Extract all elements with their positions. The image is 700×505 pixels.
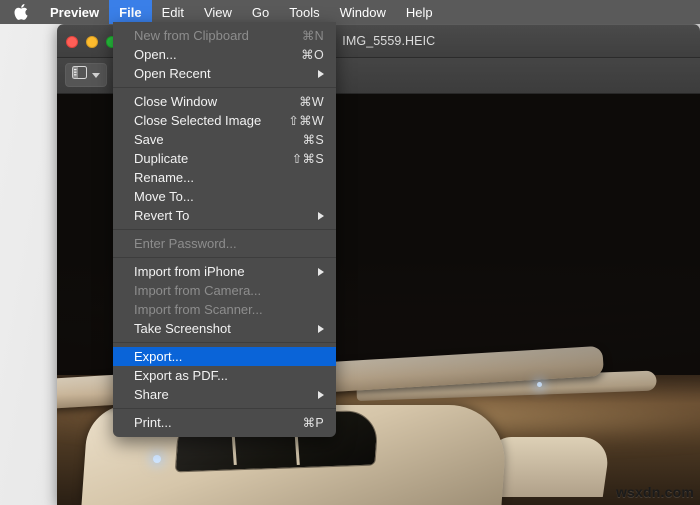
menu-item-take-screenshot[interactable]: Take Screenshot <box>113 319 336 338</box>
submenu-arrow-icon <box>318 390 324 399</box>
menu-separator <box>113 229 336 230</box>
menu-item-export-as-pdf[interactable]: Export as PDF... <box>113 366 336 385</box>
menu-item-label: Save <box>134 132 164 147</box>
menu-item-shortcut: ⌘S <box>302 133 324 147</box>
menu-item-import-from-scanner: Import from Scanner... <box>113 300 336 319</box>
menu-item-print[interactable]: Print... ⌘P <box>113 413 336 432</box>
menu-item-save[interactable]: Save ⌘S <box>113 130 336 149</box>
submenu-arrow-icon <box>318 324 324 333</box>
menu-item-share[interactable]: Share <box>113 385 336 404</box>
menu-item-label: Open Recent <box>134 66 211 81</box>
menu-help[interactable]: Help <box>396 0 443 24</box>
menu-item-label: Open... <box>134 47 177 62</box>
menu-item-close-window[interactable]: Close Window ⌘W <box>113 92 336 111</box>
menu-window[interactable]: Window <box>330 0 396 24</box>
menu-item-shortcut: ⌘O <box>301 48 324 62</box>
menu-item-label: Print... <box>134 415 172 430</box>
menu-item-label: Duplicate <box>134 151 189 166</box>
menu-item-open-recent[interactable]: Open Recent <box>113 64 336 83</box>
menu-separator <box>113 87 336 88</box>
menu-item-label: Import from Camera... <box>134 283 262 298</box>
menu-item-label: Take Screenshot <box>134 321 231 336</box>
chevron-down-icon[interactable] <box>92 72 100 78</box>
menu-item-shortcut: ⇧⌘S <box>291 152 324 166</box>
menu-file[interactable]: File <box>109 0 152 24</box>
submenu-arrow-icon <box>318 211 324 220</box>
menu-item-label: Close Selected Image <box>134 113 262 128</box>
menu-item-rename[interactable]: Rename... <box>113 168 336 187</box>
window-title-text: IMG_5559.HEIC <box>342 34 436 48</box>
menu-item-label: Share <box>134 387 169 402</box>
menu-item-label: Close Window <box>134 94 218 109</box>
menu-item-new-from-clipboard: New from Clipboard ⌘N <box>113 26 336 45</box>
file-menu-dropdown[interactable]: New from Clipboard ⌘N Open... ⌘O Open Recent… <box>113 22 336 437</box>
menu-item-label: Rename... <box>134 170 194 185</box>
menu-item-shortcut: ⇧⌘W <box>288 114 324 128</box>
menu-tools[interactable]: Tools <box>279 0 329 24</box>
menu-bar: Preview File Edit View Go Tools Window H… <box>0 0 700 24</box>
submenu-arrow-icon <box>318 69 324 78</box>
sidebar-toggle-button[interactable] <box>65 63 107 87</box>
menu-item-duplicate[interactable]: Duplicate ⇧⌘S <box>113 149 336 168</box>
menu-edit[interactable]: Edit <box>152 0 194 24</box>
watermark: wsxdn.com <box>615 484 694 500</box>
menu-item-revert-to[interactable]: Revert To <box>113 206 336 225</box>
menu-item-label: Export as PDF... <box>134 368 228 383</box>
menu-preview[interactable]: Preview <box>40 0 109 24</box>
menu-item-shortcut: ⌘N <box>301 29 324 43</box>
menu-item-label: Export... <box>134 349 183 364</box>
menu-view[interactable]: View <box>194 0 242 24</box>
submenu-arrow-icon <box>318 267 324 276</box>
navigation-light-left <box>153 455 161 463</box>
menu-item-open[interactable]: Open... ⌘O <box>113 45 336 64</box>
screen: IMG_5559.HEIC wsxdn.com Preview File Edi… <box>0 0 700 505</box>
menu-item-label: Revert To <box>134 208 190 223</box>
menu-go[interactable]: Go <box>242 0 279 24</box>
menu-item-label: Move To... <box>134 189 194 204</box>
menu-item-shortcut: ⌘P <box>302 416 324 430</box>
menu-separator <box>113 257 336 258</box>
menu-item-label: Enter Password... <box>134 236 237 251</box>
sidebar-panel-icon <box>72 66 87 84</box>
menu-item-label: New from Clipboard <box>134 28 249 43</box>
menu-item-close-selected-image[interactable]: Close Selected Image ⇧⌘W <box>113 111 336 130</box>
menu-item-export[interactable]: Export... <box>113 347 336 366</box>
menu-item-shortcut: ⌘W <box>299 95 324 109</box>
apple-logo-icon[interactable] <box>0 0 40 24</box>
menu-item-import-from-iphone[interactable]: Import from iPhone <box>113 262 336 281</box>
menu-separator <box>113 342 336 343</box>
menu-item-move-to[interactable]: Move To... <box>113 187 336 206</box>
menu-item-label: Import from iPhone <box>134 264 245 279</box>
menu-item-import-from-camera: Import from Camera... <box>113 281 336 300</box>
menu-item-enter-password: Enter Password... <box>113 234 336 253</box>
menu-item-label: Import from Scanner... <box>134 302 263 317</box>
menu-separator <box>113 408 336 409</box>
